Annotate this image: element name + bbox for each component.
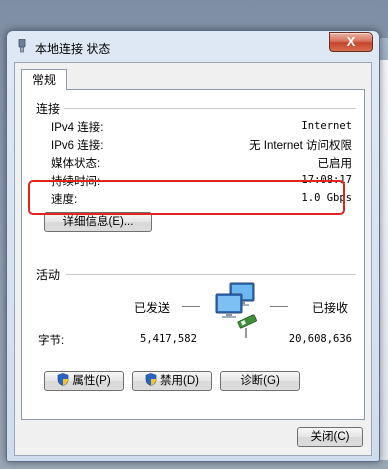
- tab-general[interactable]: 常规: [21, 69, 67, 90]
- duration-value: 17:08:17: [301, 174, 352, 186]
- speed-label: 速度:: [51, 194, 78, 206]
- activity-divider: [66, 274, 356, 275]
- dialog-client-area: 常规 连接 IPv4 连接: Internet IPv6 连接: 无 Inter…: [14, 62, 372, 456]
- ipv4-label: IPv4 连接:: [51, 122, 104, 134]
- media-state-label: 媒体状态:: [51, 158, 101, 170]
- admin-shield-icon: [58, 373, 69, 386]
- ipv6-value: 无 Internet 访问权限: [249, 140, 352, 152]
- bytes-label: 字节:: [38, 335, 65, 347]
- properties-button-label: 属性(P): [72, 375, 111, 387]
- window-close-button[interactable]: X: [329, 32, 373, 52]
- ipv4-value: Internet: [301, 120, 352, 132]
- duration-label: 持续时间:: [51, 176, 101, 188]
- sent-dash: [182, 306, 200, 307]
- network-adapter-icon: [18, 39, 26, 53]
- received-dash: [270, 306, 288, 307]
- sent-label: 已发送: [134, 301, 171, 315]
- title-bar[interactable]: 本地连接 状态 X: [7, 31, 379, 61]
- close-button[interactable]: 关闭(C): [297, 427, 363, 447]
- bytes-sent-value: 5,417,582: [140, 333, 197, 345]
- local-connection-status-dialog: 本地连接 状态 X 常规 连接 IPv4 连接: Internet IPv6 连…: [6, 30, 380, 462]
- ipv6-label: IPv6 连接:: [51, 140, 104, 152]
- speed-value: 1.0 Gbps: [301, 192, 352, 204]
- general-tab-panel: 连接 IPv4 连接: Internet IPv6 连接: 无 Internet…: [21, 89, 365, 420]
- received-label: 已接收: [312, 301, 349, 315]
- network-activity-icon: [215, 282, 257, 338]
- activity-section-title: 活动: [36, 268, 61, 282]
- details-button[interactable]: 详细信息(E)...: [44, 212, 152, 232]
- connection-divider: [64, 108, 356, 109]
- properties-button[interactable]: 属性(P): [44, 371, 124, 391]
- disable-button-label: 禁用(D): [160, 375, 199, 387]
- connection-section-title: 连接: [36, 102, 61, 116]
- disable-button[interactable]: 禁用(D): [132, 371, 212, 391]
- bytes-received-value: 20,608,636: [288, 333, 352, 345]
- window-title: 本地连接 状态: [35, 42, 111, 56]
- diagnose-button[interactable]: 诊断(G): [220, 371, 300, 391]
- media-state-value: 已启用: [317, 158, 353, 170]
- admin-shield-icon: [145, 373, 157, 386]
